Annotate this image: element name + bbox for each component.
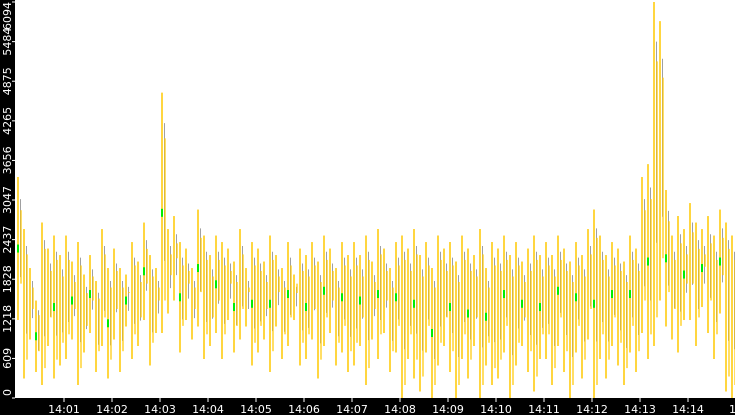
x-tick-label: 14:01	[48, 403, 80, 415]
y-tick-label: 2437	[1, 226, 14, 254]
y-tick-label: 609	[1, 348, 14, 369]
y-tick-label: 6094	[1, 2, 14, 30]
avg-mark	[575, 293, 577, 302]
avg-mark	[485, 312, 487, 321]
y-tick-label: 0	[1, 389, 14, 396]
x-tick-label: 14:14	[672, 403, 704, 415]
avg-mark	[377, 290, 379, 299]
y-tick-label: 5484	[1, 28, 14, 56]
y-tick-label: 4875	[1, 67, 14, 95]
avg-mark	[233, 303, 235, 312]
y-tick-label: 4265	[1, 107, 14, 135]
avg-mark	[323, 286, 325, 295]
avg-mark	[287, 290, 289, 299]
avg-mark	[413, 299, 415, 308]
avg-mark	[269, 299, 271, 308]
avg-mark	[701, 264, 703, 273]
avg-mark	[161, 208, 163, 217]
avg-mark	[431, 329, 433, 338]
x-tick-label: 14:04	[192, 403, 224, 415]
x-tick-label: 14:02	[96, 403, 128, 415]
x-tick-label: 14:09	[432, 403, 464, 415]
x-tick-label: 14	[729, 403, 735, 415]
avg-mark	[107, 319, 109, 328]
avg-mark	[71, 296, 73, 305]
avg-mark	[665, 254, 667, 263]
y-tick-label: 3656	[1, 146, 14, 174]
avg-mark	[629, 290, 631, 299]
x-tick-label: 14:03	[144, 403, 176, 415]
avg-mark	[215, 280, 217, 289]
avg-mark	[251, 299, 253, 308]
avg-mark	[143, 267, 145, 276]
y-tick-label: 1218	[1, 305, 14, 333]
chart: 0 609 1218 1828 2437 3047 3656 4265 4875 54846094…	[0, 0, 735, 415]
avg-mark	[593, 299, 595, 308]
x-tick-label: 14:10	[480, 403, 512, 415]
x-tick-label: 14:12	[576, 403, 608, 415]
y-tick-label: 1828	[1, 265, 14, 293]
avg-mark	[683, 270, 685, 279]
avg-mark	[179, 293, 181, 302]
x-tick-label: 14:06	[288, 403, 320, 415]
avg-mark	[611, 290, 613, 299]
x-tick-label: 14:05	[240, 403, 272, 415]
avg-mark	[539, 303, 541, 312]
avg-mark	[35, 332, 37, 341]
x-tick-label: 14:11	[528, 403, 560, 415]
avg-mark	[647, 257, 649, 266]
avg-mark	[359, 296, 361, 305]
x-tick-label: 14:08	[384, 403, 416, 415]
avg-mark	[521, 299, 523, 308]
x-tick-label: 14:13	[624, 403, 656, 415]
avg-mark	[17, 244, 19, 253]
avg-mark	[305, 303, 307, 312]
x-tick-label: 14:07	[336, 403, 368, 415]
avg-mark	[341, 293, 343, 302]
avg-mark	[557, 286, 559, 295]
avg-mark	[503, 290, 505, 299]
avg-mark	[449, 303, 451, 312]
avg-mark	[197, 264, 199, 273]
y-tick-label: 3047	[1, 186, 14, 214]
avg-mark	[125, 296, 127, 305]
avg-mark	[719, 257, 721, 266]
avg-mark	[467, 309, 469, 318]
avg-mark	[395, 293, 397, 302]
avg-mark	[89, 290, 91, 299]
avg-mark	[53, 303, 55, 312]
